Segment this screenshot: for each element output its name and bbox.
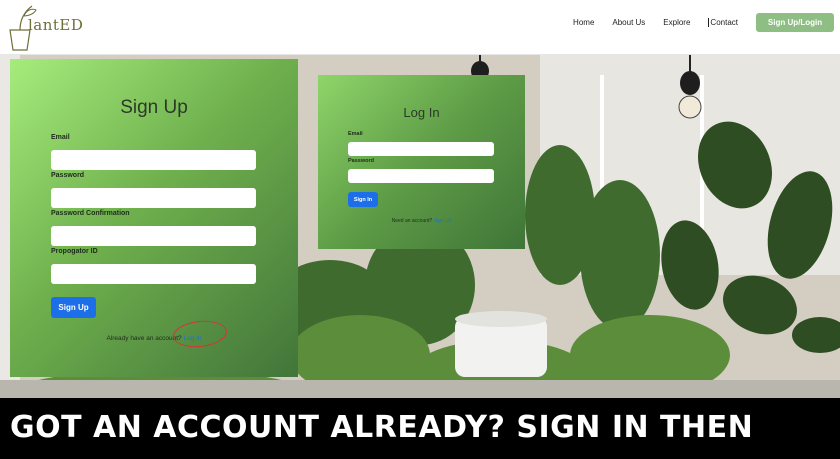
caption-bar: GOT AN ACCOUNT ALREADY? SIGN IN THEN bbox=[0, 398, 840, 459]
login-form: Log In Email Password Sign In Need an ac… bbox=[318, 75, 525, 249]
site-header: lantED Home About Us Explore Contact Sig… bbox=[0, 0, 840, 55]
nav-home[interactable]: Home bbox=[573, 18, 594, 27]
annotation-circle bbox=[171, 318, 229, 350]
nav-about-us[interactable]: About Us bbox=[612, 18, 645, 27]
login-email-label: Email bbox=[348, 131, 363, 137]
main-nav: Home About Us Explore Contact Sign Up/Lo… bbox=[573, 13, 834, 32]
login-password-field[interactable] bbox=[348, 169, 494, 183]
nav-explore[interactable]: Explore bbox=[663, 18, 690, 27]
signup-title: Sign Up bbox=[120, 97, 188, 118]
signup-submit-button[interactable]: Sign Up bbox=[51, 297, 96, 318]
signup-footer-text: Already have an account? bbox=[106, 335, 182, 342]
signup-footer: Already have an account? Log In bbox=[10, 335, 298, 342]
signup-password-field[interactable] bbox=[51, 188, 256, 208]
login-footer-text: Need an account? bbox=[391, 218, 433, 224]
signup-login-button[interactable]: Sign Up/Login bbox=[756, 13, 834, 32]
signup-password-confirmation-field[interactable] bbox=[51, 226, 256, 246]
caption-text: GOT AN ACCOUNT ALREADY? SIGN IN THEN bbox=[10, 410, 754, 445]
signup-password-confirmation-label: Password Confirmation bbox=[51, 210, 130, 217]
login-submit-button[interactable]: Sign In bbox=[348, 192, 378, 207]
nav-contact[interactable]: Contact bbox=[708, 18, 738, 27]
login-footer: Need an account? Sign Up bbox=[318, 218, 525, 224]
signup-propogator-id-field[interactable] bbox=[51, 264, 256, 284]
signup-link[interactable]: Sign Up bbox=[434, 218, 452, 224]
signup-password-label: Password bbox=[51, 172, 85, 179]
logo-text: lantED bbox=[28, 16, 84, 34]
login-password-label: Password bbox=[348, 158, 374, 164]
signup-email-field[interactable] bbox=[51, 150, 256, 170]
login-email-field[interactable] bbox=[348, 142, 494, 156]
signup-email-label: Email bbox=[51, 134, 70, 141]
signup-form: Sign Up Email Password Password Confirma… bbox=[10, 59, 298, 377]
plant-logo[interactable]: lantED bbox=[6, 4, 96, 52]
signup-propogator-id-label: Propogator ID bbox=[51, 248, 98, 255]
login-title: Log In bbox=[403, 105, 440, 120]
